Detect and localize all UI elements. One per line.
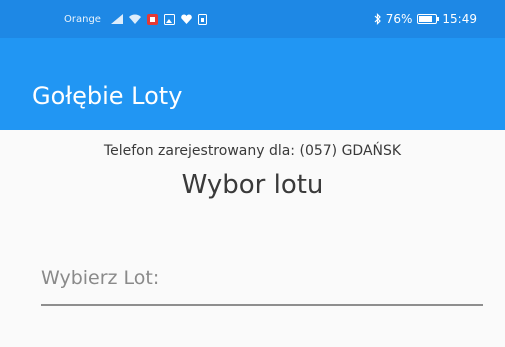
gallery-icon (163, 13, 175, 25)
wifi-icon (128, 14, 141, 24)
clock: 15:49 (442, 12, 477, 26)
status-bar: Orange 76% 15:49 (0, 0, 505, 38)
app-bar: Gołębie Loty (0, 38, 505, 130)
carrier-name: Orange (64, 13, 101, 25)
bluetooth-icon (374, 13, 381, 25)
battery-icon (417, 14, 440, 24)
sim-icon (197, 13, 207, 25)
notification-icon (146, 13, 158, 25)
flight-select-input[interactable] (41, 252, 483, 306)
signal-icon (110, 14, 123, 24)
registration-info: Telefon zarejestrowany dla: (057) GDAŃSK (103, 143, 402, 159)
battery-percent: 76% (385, 12, 413, 26)
page-title: Wybor lotu (181, 170, 324, 200)
status-right-group: 76% 15:49 (374, 0, 477, 38)
heart-icon (181, 14, 192, 24)
app-title: Gołębie Loty (32, 82, 183, 110)
status-left-group: Orange (64, 0, 207, 38)
